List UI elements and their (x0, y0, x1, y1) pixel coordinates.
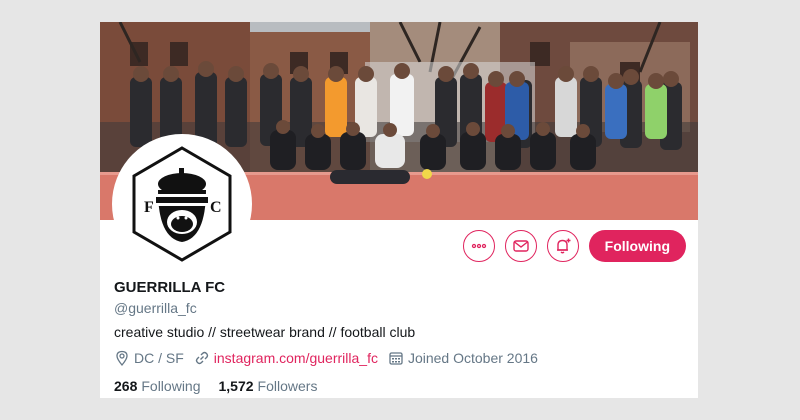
link-icon (195, 351, 208, 365)
location-text: DC / SF (134, 350, 184, 366)
avatar-letter-c: C (210, 199, 222, 216)
profile-handle: @guerrilla_fc (114, 300, 197, 316)
profile-card: F C Following GUERRILLA FC @guerrilla_fc… (100, 22, 698, 398)
notifications-button[interactable] (546, 230, 579, 262)
following-count: 268 (114, 378, 138, 394)
following-button[interactable]: Following (588, 230, 686, 262)
mail-icon (512, 240, 529, 252)
join-date: Joined October 2016 (388, 350, 538, 366)
profile-bio: creative studio // streetwear brand // f… (114, 324, 416, 340)
followers-stat[interactable]: 1,572 Followers (219, 378, 318, 394)
followers-label: Followers (257, 378, 318, 394)
bell-plus-icon (556, 238, 571, 254)
website: instagram.com/guerrilla_fc (194, 350, 378, 366)
profile-actions: Following (462, 230, 686, 262)
profile-meta: DC / SF instagram.com/guerrilla_fc Joine… (114, 350, 548, 366)
profile-name: GUERRILLA FC (114, 279, 226, 296)
profile-stats: 268 Following 1,572 Followers (114, 378, 335, 394)
followers-count: 1,572 (218, 378, 254, 394)
more-button[interactable] (462, 230, 495, 262)
location-pin-icon (116, 350, 128, 366)
calendar-icon (389, 352, 403, 365)
avatar-letter-f: F (144, 199, 154, 216)
location: DC / SF (114, 350, 184, 366)
avatar[interactable]: F C (112, 134, 252, 274)
website-link[interactable]: instagram.com/guerrilla_fc (214, 350, 378, 366)
join-date-text: Joined October 2016 (407, 350, 538, 366)
more-icon (471, 243, 486, 249)
following-label: Following (141, 378, 201, 394)
guerrilla-fc-logo: F C (116, 138, 248, 270)
message-button[interactable] (504, 230, 537, 262)
following-stat[interactable]: 268 Following (114, 378, 201, 394)
